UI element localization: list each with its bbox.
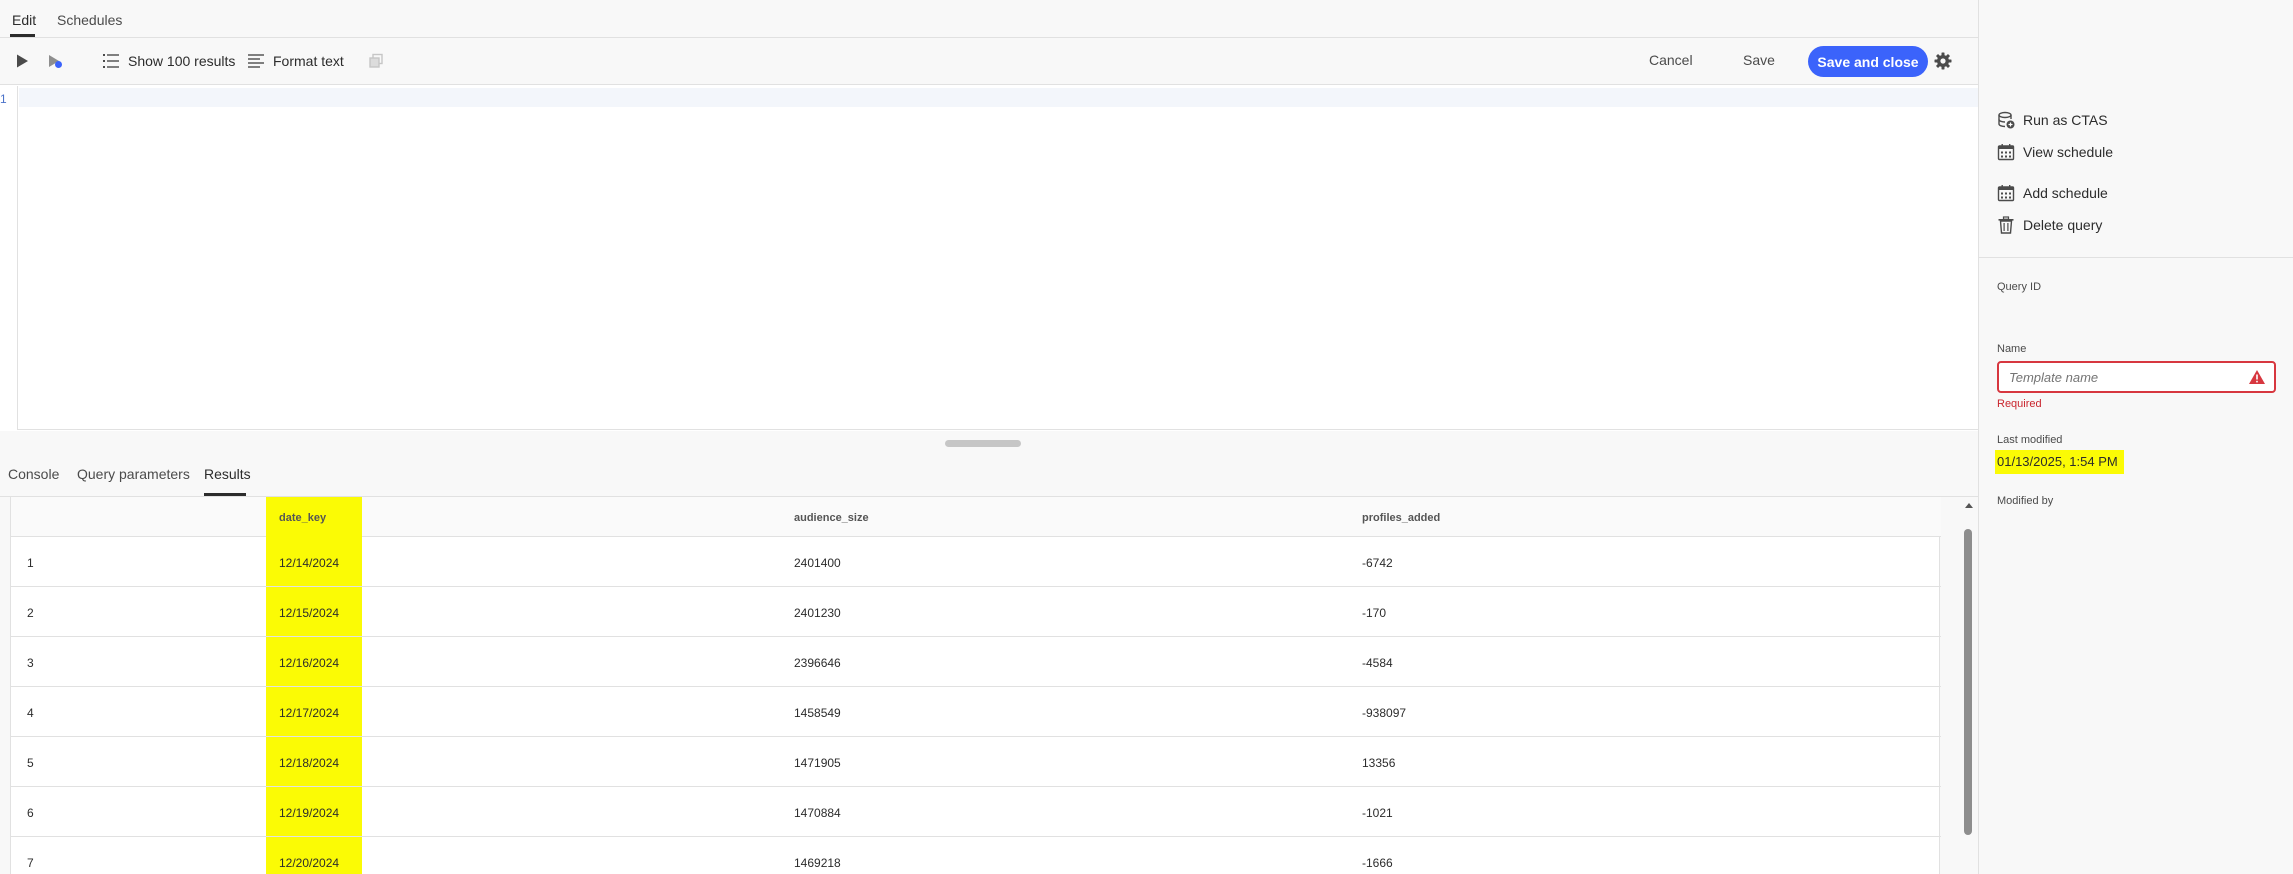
name-field[interactable] [1997, 361, 2276, 393]
name-label: Name [1997, 343, 2027, 355]
tab-console[interactable]: Console [8, 466, 59, 482]
table-row: 7 12/20/2024 1469218 -1666 [11, 837, 1941, 874]
cell-date-key: 12/16/2024 [279, 656, 340, 670]
run-as-ctas-button[interactable]: Run as CTAS [1997, 111, 2108, 129]
copy-button[interactable] [368, 53, 384, 69]
save-and-close-button[interactable]: Save and close [1808, 46, 1928, 77]
table-row: 1 12/14/2024 2401400 -6742 [11, 537, 1941, 587]
row-index: 1 [27, 556, 34, 570]
scrollbar-thumb[interactable] [1964, 529, 1972, 835]
table-row: 4 12/17/2024 1458549 -938097 [11, 687, 1941, 737]
table-row: 3 12/16/2024 2396646 -4584 [11, 637, 1941, 687]
row-index: 6 [27, 806, 34, 820]
tab-edit-indicator [10, 34, 35, 37]
table-row: 5 12/18/2024 1471905 13356 [11, 737, 1941, 787]
column-header-profiles-added[interactable]: profiles_added [1362, 512, 1440, 524]
cell-audience-size: 2396646 [794, 656, 841, 670]
line-number: 1 [0, 92, 7, 106]
calendar-add-icon [1997, 185, 2015, 202]
column-header-date-key[interactable]: date_key [279, 512, 326, 524]
line-number-gutter: 1 [0, 86, 18, 430]
cell-profiles-added: -4584 [1362, 656, 1393, 670]
modified-by-label: Modified by [1997, 495, 2054, 507]
alert-icon [2249, 370, 2265, 384]
play-icon [17, 54, 28, 68]
cell-audience-size: 1470884 [794, 806, 841, 820]
text-align-icon [248, 54, 264, 68]
add-schedule-label: Add schedule [2023, 185, 2108, 201]
list-icon [103, 54, 119, 68]
run-selected-button[interactable] [47, 53, 63, 69]
table-row: 6 12/19/2024 1470884 -1021 [11, 787, 1941, 837]
column-header-audience-size[interactable]: audience_size [794, 512, 869, 524]
trash-icon [1998, 216, 2014, 234]
format-text-label: Format text [273, 53, 344, 69]
tab-edit[interactable]: Edit [12, 12, 36, 28]
cancel-button[interactable]: Cancel [1649, 52, 1693, 68]
row-index: 4 [27, 706, 34, 720]
cell-date-key: 12/19/2024 [279, 806, 340, 820]
splitter-handle[interactable] [945, 440, 1021, 447]
scroll-up-arrow-icon[interactable] [1965, 503, 1973, 508]
last-modified-label: Last modified [1997, 434, 2063, 446]
tab-results-indicator [204, 493, 246, 496]
cell-profiles-added: -170 [1362, 606, 1387, 620]
panel-divider [1979, 257, 2293, 258]
bottom-tab-bar: Console Query parameters Results [0, 455, 1978, 497]
settings-button[interactable] [1934, 52, 1952, 70]
view-schedule-label: View schedule [2023, 144, 2114, 160]
cell-date-key: 12/17/2024 [279, 706, 340, 720]
run-as-ctas-label: Run as CTAS [2023, 112, 2108, 128]
delete-query-label: Delete query [2023, 217, 2103, 233]
row-index: 5 [27, 756, 34, 770]
delete-query-button[interactable]: Delete query [1997, 216, 2102, 234]
results-panel: date_key audience_size profiles_added 1 … [0, 497, 1978, 874]
run-query-button[interactable] [14, 53, 30, 69]
cell-profiles-added: -6742 [1362, 556, 1393, 570]
last-modified-value: 01/13/2025, 1:54 PM [1995, 450, 2124, 474]
format-text-button[interactable]: Format text [247, 53, 344, 69]
row-index: 3 [27, 656, 34, 670]
cell-audience-size: 1469218 [794, 856, 841, 870]
row-index: 2 [27, 606, 34, 620]
results-table: date_key audience_size profiles_added 1 … [10, 497, 1941, 874]
show-results-label: Show 100 results [128, 53, 236, 69]
cell-audience-size: 1471905 [794, 756, 841, 770]
query-id-label: Query ID [1997, 281, 2042, 293]
template-name-input[interactable] [2009, 363, 2239, 391]
cell-date-key: 12/14/2024 [279, 556, 340, 570]
cell-profiles-added: 13356 [1362, 756, 1396, 770]
results-scrollbar[interactable] [1962, 497, 1976, 874]
cell-date-key: 12/20/2024 [279, 856, 340, 870]
table-row: 2 12/15/2024 2401230 -170 [11, 587, 1941, 637]
tab-schedules[interactable]: Schedules [57, 12, 122, 28]
active-line-highlight [19, 88, 1978, 107]
cell-audience-size: 2401230 [794, 606, 841, 620]
top-tab-bar: Edit Schedules [0, 0, 1978, 38]
query-details-panel: Run as CTAS View schedule Add schedule D… [1978, 0, 2293, 874]
show-results-button[interactable]: Show 100 results [102, 53, 235, 69]
editor-toolbar: Show 100 results Format text Cancel Save… [0, 38, 1978, 85]
database-add-icon [1998, 111, 2015, 129]
tab-results[interactable]: Results [204, 466, 251, 482]
cell-date-key: 12/18/2024 [279, 756, 340, 770]
cell-audience-size: 1458549 [794, 706, 841, 720]
cell-profiles-added: -1021 [1362, 806, 1393, 820]
sql-editor[interactable]: 1 [0, 86, 1978, 430]
gear-icon [1934, 52, 1952, 70]
copy-icon [369, 53, 383, 68]
panel-splitter [0, 431, 1978, 455]
save-button[interactable]: Save [1743, 52, 1775, 68]
cell-profiles-added: -1666 [1362, 856, 1393, 870]
add-schedule-button[interactable]: Add schedule [1997, 184, 2108, 202]
view-schedule-button[interactable]: View schedule [1997, 143, 2113, 161]
cell-date-key: 12/15/2024 [279, 606, 340, 620]
required-error-text: Required [1997, 398, 2042, 410]
cell-profiles-added: -938097 [1362, 706, 1407, 720]
calendar-icon [1997, 144, 2015, 161]
row-index: 7 [27, 856, 34, 870]
tab-query-parameters[interactable]: Query parameters [77, 466, 190, 482]
cell-audience-size: 2401400 [794, 556, 841, 570]
run-selected-icon [49, 55, 62, 68]
